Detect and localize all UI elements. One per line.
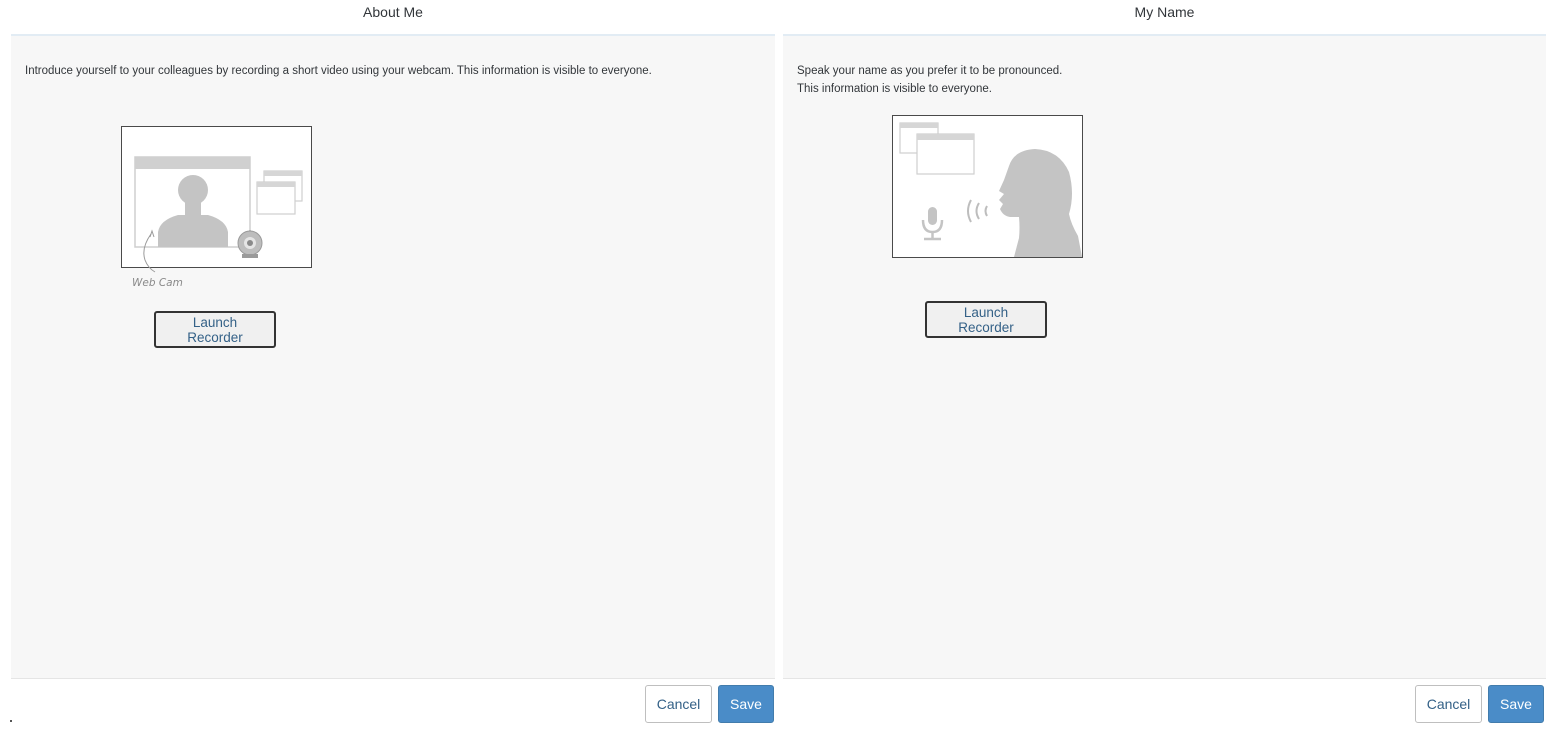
cancel-button[interactable]: Cancel	[645, 685, 712, 723]
description-line-1: Speak your name as you prefer it to be p…	[797, 65, 1063, 77]
dialog-body: Introduce yourself to your colleagues by…	[11, 36, 775, 678]
my-name-dialog: My Name Speak your name as you prefer it…	[783, 0, 1546, 729]
dialog-footer: Cancel Save	[11, 678, 775, 729]
about-me-dialog: About Me Introduce yourself to your coll…	[11, 0, 775, 729]
save-button[interactable]: Save	[1488, 685, 1544, 723]
dialog-header: About Me	[11, 0, 775, 36]
caption-arrow-icon	[143, 234, 156, 273]
corner-artifact	[10, 720, 12, 722]
dialog-header: My Name	[783, 0, 1546, 36]
save-button[interactable]: Save	[718, 685, 774, 723]
speaking-person-illustration-icon	[892, 115, 1083, 258]
dialog-title: About Me	[363, 4, 423, 20]
dialog-description: Introduce yourself to your colleagues by…	[25, 65, 652, 77]
dialog-title: My Name	[1134, 4, 1195, 20]
dialog-description: Speak your name as you prefer it to be p…	[797, 62, 1062, 98]
launch-recorder-button[interactable]: Launch Recorder	[154, 311, 276, 348]
webcam-caption: Web Cam	[132, 277, 183, 289]
launch-recorder-button[interactable]: Launch Recorder	[925, 301, 1047, 338]
dialog-body: Speak your name as you prefer it to be p…	[783, 36, 1546, 678]
dialog-footer: Cancel Save	[783, 678, 1546, 729]
description-line-2: This information is visible to everyone.	[797, 83, 992, 95]
cancel-button[interactable]: Cancel	[1415, 685, 1482, 723]
